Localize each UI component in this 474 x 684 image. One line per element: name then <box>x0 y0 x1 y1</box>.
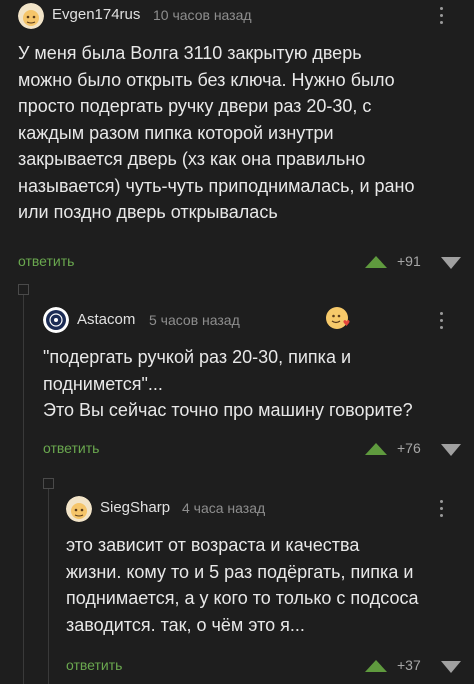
comment-author[interactable]: Evgen174rus <box>52 6 140 23</box>
avatar[interactable] <box>18 3 44 29</box>
comment-line: это зависит от возраста и качества <box>66 535 360 555</box>
comment-text: это зависит от возраста и качества жизни… <box>66 532 470 638</box>
emoji-heart-icon[interactable] <box>325 305 351 331</box>
thread-collapse-icon[interactable] <box>43 478 54 489</box>
upvote-arrow-icon[interactable] <box>365 443 387 455</box>
comment-author[interactable]: SiegSharp <box>100 499 170 516</box>
comment-line: называется) чуть-чуть приподнималась, и … <box>18 175 415 196</box>
avatar-image <box>18 3 44 29</box>
more-vertical-icon[interactable] <box>440 312 444 330</box>
comment-line: поднимается, а у кого то только с подсос… <box>66 588 419 608</box>
vote-count: +91 <box>397 253 421 269</box>
comment-text: "подергать ручкой раз 20-30, пипка и под… <box>43 344 468 424</box>
comment-line: У меня была Волга 3110 закрытую дверь <box>18 43 362 63</box>
vote-count: +37 <box>397 657 421 673</box>
downvote-arrow-icon[interactable] <box>441 444 461 456</box>
reply-button[interactable]: ответить <box>66 657 122 673</box>
comment-line: закрывается дверь (хз как она правильно <box>18 149 366 169</box>
avatar-image <box>43 307 69 333</box>
comment-line: жизни. кому то и 5 раз подёргать, пипка … <box>66 561 414 582</box>
comment-line: каждым разом пипка которой изнутри <box>18 122 334 143</box>
comment-time: 5 часов назад <box>149 312 240 328</box>
comment-line: или поздно дверь открывалась <box>18 202 278 222</box>
comment-line: можно было открыть без ключа. Нужно было <box>18 69 395 90</box>
more-vertical-icon[interactable] <box>440 500 444 518</box>
comment-author[interactable]: Astacom <box>77 311 135 328</box>
comment-line: заводится. так, о чём это я... <box>66 614 305 635</box>
reply-button[interactable]: ответить <box>43 440 99 456</box>
downvote-arrow-icon[interactable] <box>441 257 461 269</box>
avatar[interactable] <box>66 496 92 522</box>
avatar[interactable] <box>43 307 69 333</box>
downvote-arrow-icon[interactable] <box>441 661 461 673</box>
comment-text: У меня была Волга 3110 закрытую дверь мо… <box>18 40 468 226</box>
thread-line <box>48 484 49 684</box>
more-vertical-icon[interactable] <box>440 7 444 25</box>
comment-line: Это Вы сейчас точно про машину говорите? <box>43 400 413 420</box>
comment-line: поднимется"... <box>43 373 163 394</box>
upvote-arrow-icon[interactable] <box>365 660 387 672</box>
avatar-image <box>66 496 92 522</box>
comment-time: 4 часа назад <box>182 500 266 516</box>
comment-time: 10 часов назад <box>153 7 252 23</box>
thread-collapse-icon[interactable] <box>18 284 29 295</box>
reply-button[interactable]: ответить <box>18 253 74 269</box>
comment-line: "подергать ручкой раз 20-30, пипка и <box>43 347 352 367</box>
upvote-arrow-icon[interactable] <box>365 256 387 268</box>
vote-count: +76 <box>397 440 421 456</box>
comment-line: просто подергать ручку двери раз 20-30, … <box>18 96 372 116</box>
thread-line <box>23 290 24 684</box>
